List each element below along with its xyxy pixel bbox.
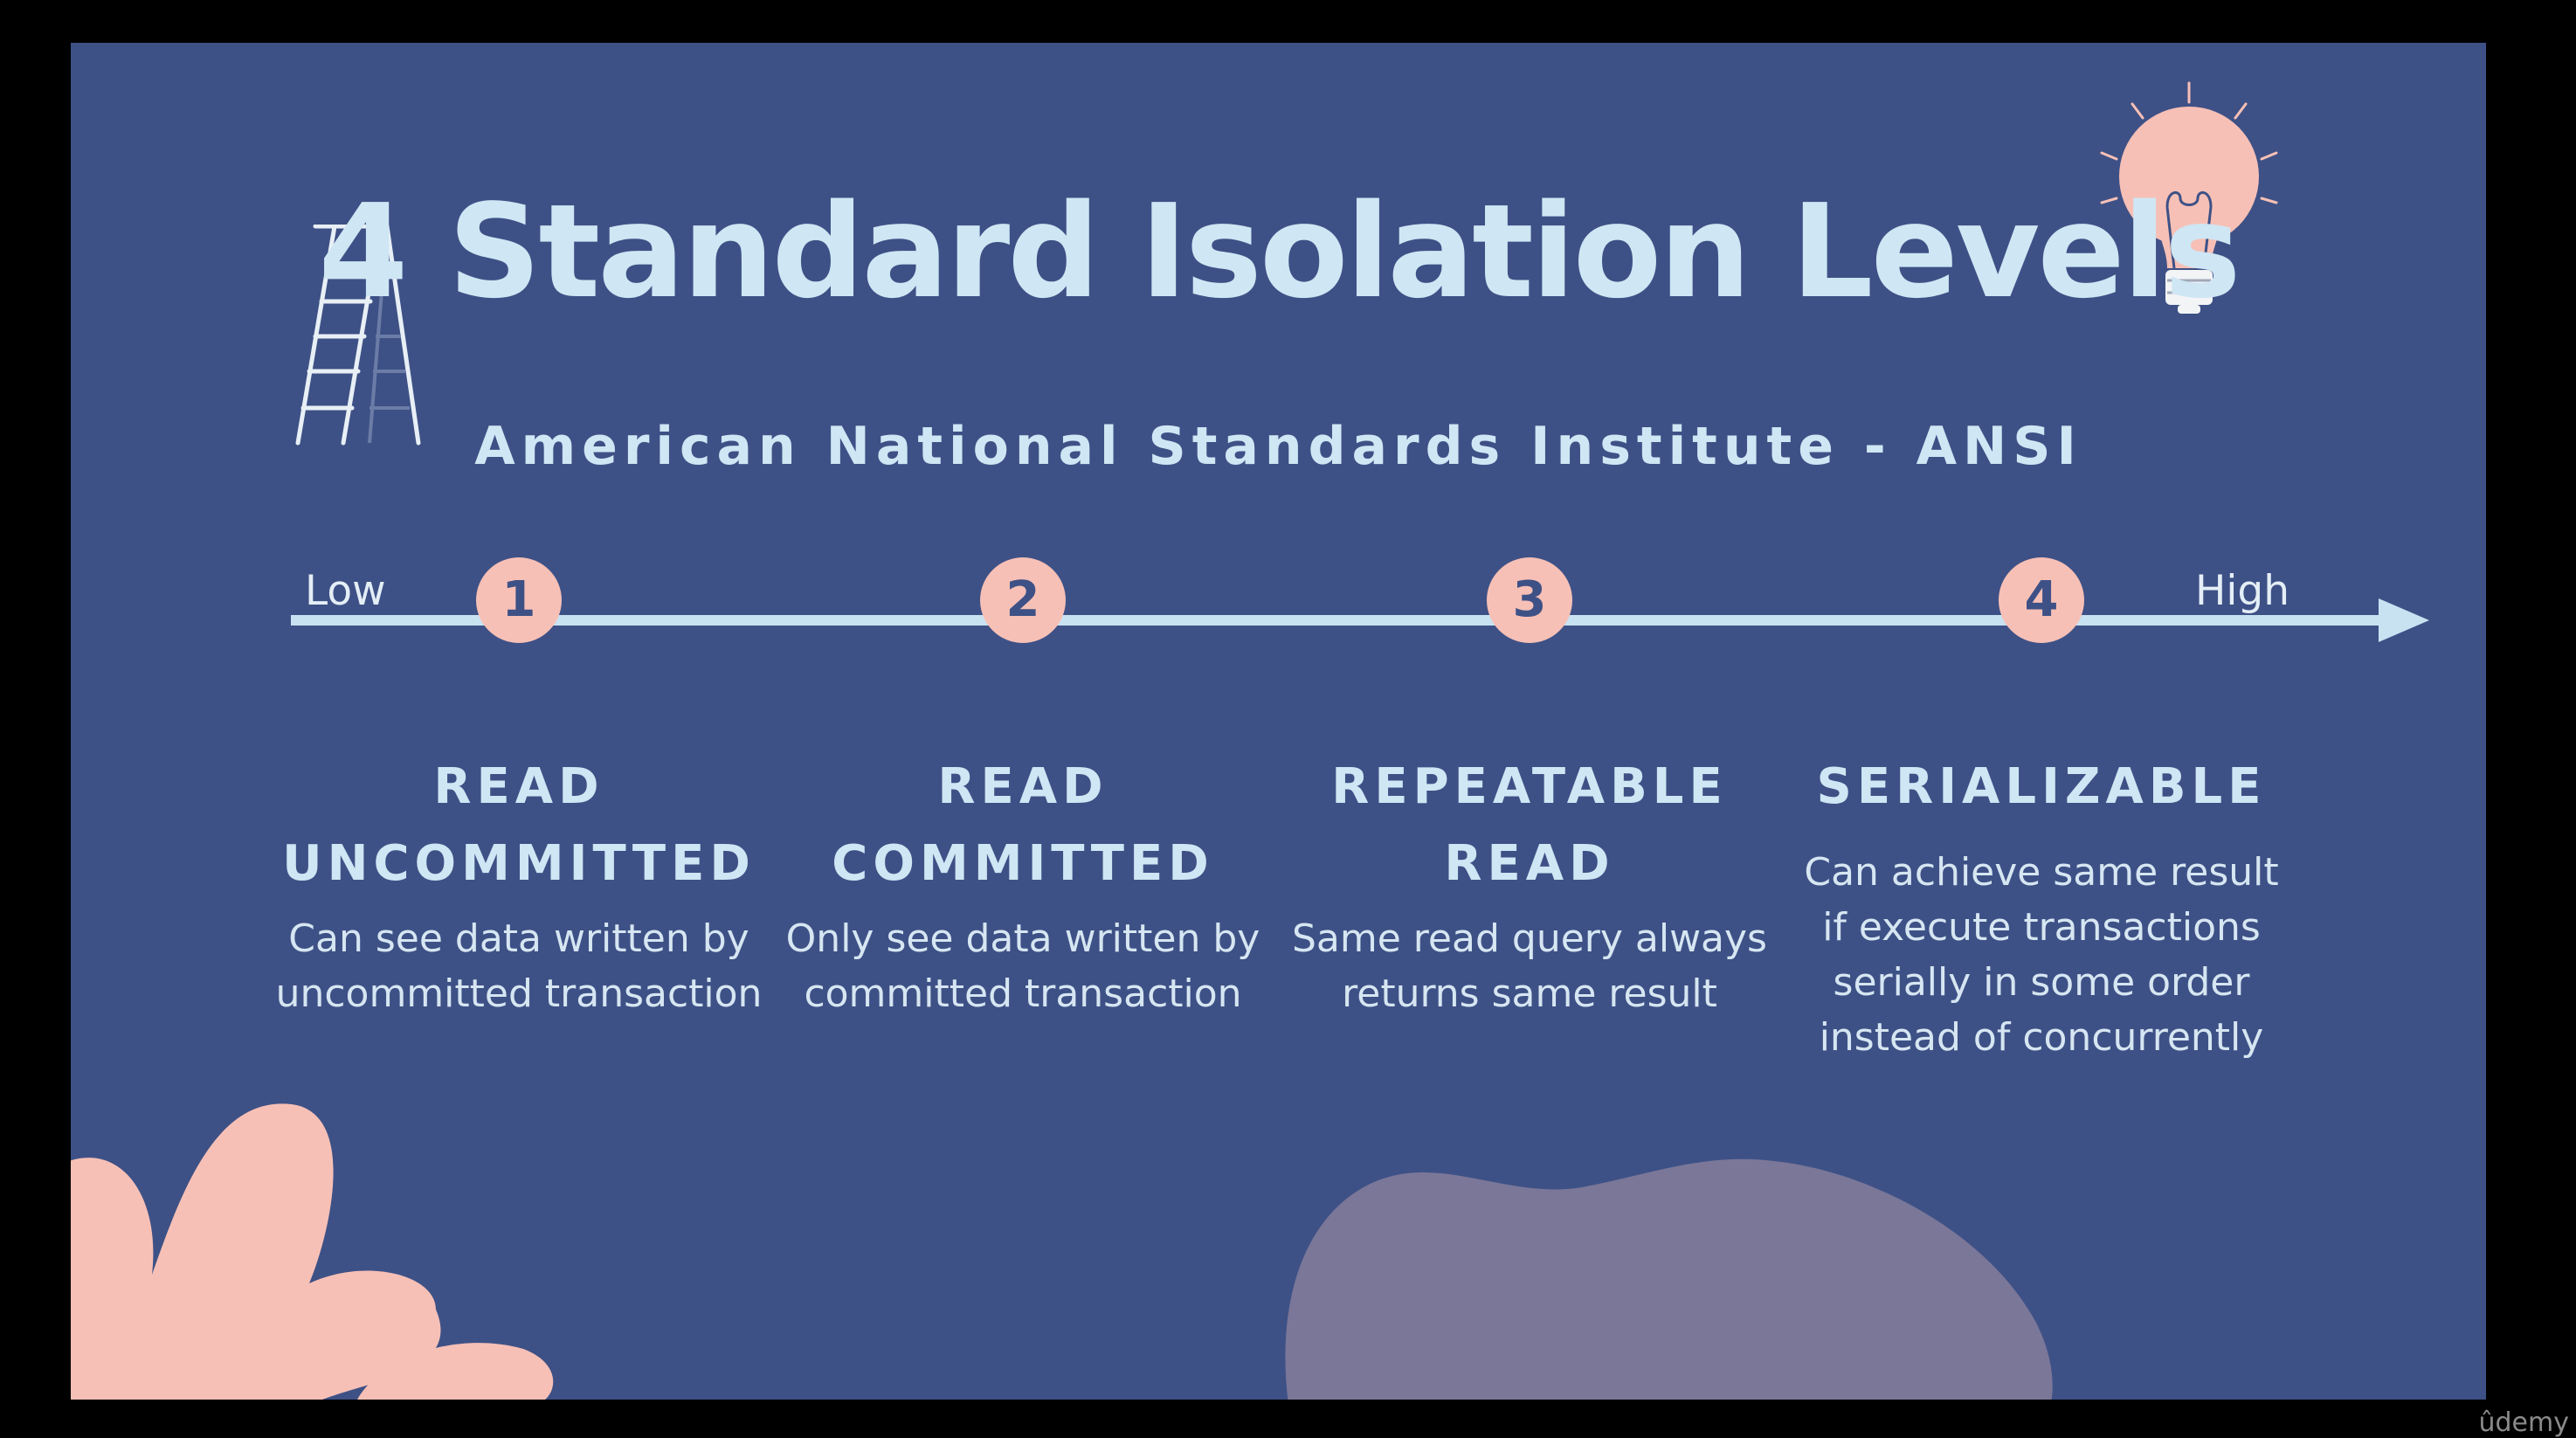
level-marker-4: 4 [1999,557,2084,643]
level-name: REPEATABLE READ [1331,758,1728,892]
slide-title: 4 Standard Isolation Levels [318,176,2241,327]
level-marker-1: 1 [476,557,562,643]
level-name: SERIALIZABLE [1816,758,2267,815]
pink-splash-decoration [71,1103,554,1400]
level-repeatable-read: REPEATABLE READ Same read query always r… [1285,749,1774,1021]
level-description: Only see data written by committed trans… [785,916,1260,1016]
isolation-scale-arrow [291,598,2429,642]
level-name: READ COMMITTED [832,758,1214,892]
level-serializable: SERIALIZABLE Can achieve same result if … [1797,749,2286,1065]
level-read-committed: READ COMMITTED Only see data written by … [778,749,1267,1021]
level-description: Same read query always returns same resu… [1292,916,1767,1016]
purple-blob-decoration [1285,1158,2053,1400]
level-read-uncommitted: READ UNCOMMITTED Can see data written by… [274,749,763,1021]
level-description: Can see data written by uncommitted tran… [275,916,763,1016]
level-description: Can achieve same result if execute trans… [1804,850,2279,1060]
slide-subtitle: American National Standards Institute - … [474,416,2082,477]
level-name: READ UNCOMMITTED [282,758,756,892]
level-marker-3: 3 [1487,557,1572,643]
level-marker-2: 2 [980,557,1066,643]
udemy-watermark: ûdemy [2478,1407,2570,1438]
slide: 4 Standard Isolation Levels American Nat… [71,43,2486,1400]
